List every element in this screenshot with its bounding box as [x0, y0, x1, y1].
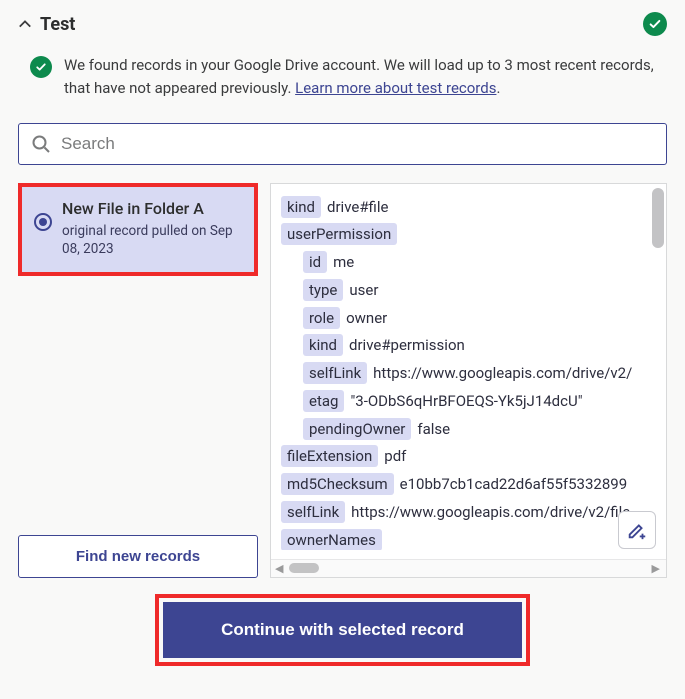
- detail-value: https://www.googleapis.com/drive/v2/file: [345, 503, 630, 521]
- detail-row: userPermission: [281, 221, 656, 249]
- detail-value: false: [411, 420, 450, 438]
- edit-add-button[interactable]: [618, 511, 656, 549]
- detail-key: type: [303, 279, 343, 301]
- vertical-scrollbar[interactable]: [652, 188, 664, 555]
- info-text-suffix: .: [496, 79, 500, 97]
- detail-key: role: [303, 307, 340, 329]
- record-title: New File in Folder A: [62, 199, 242, 218]
- continue-button[interactable]: Continue with selected record: [163, 602, 522, 658]
- detail-row: kinddrive#file: [281, 194, 656, 222]
- record-item-selected[interactable]: New File in Folder A original record pul…: [18, 183, 258, 276]
- detail-row: roleowner: [281, 305, 656, 333]
- detail-value: drive#file: [321, 198, 388, 216]
- detail-key: userPermission: [281, 223, 397, 245]
- detail-row: ownerNames: [281, 527, 656, 550]
- test-section: Test We found records in your Google Dri…: [0, 0, 685, 678]
- detail-key: selfLink: [303, 362, 367, 384]
- detail-row: typeuser: [281, 277, 656, 305]
- detail-value: pdf: [378, 447, 406, 465]
- section-title: Test: [40, 14, 75, 35]
- radio-selected-icon[interactable]: [34, 213, 52, 231]
- success-check-icon: [643, 12, 667, 36]
- info-banner: We found records in your Google Drive ac…: [30, 54, 667, 101]
- detail-key: etag: [303, 390, 344, 412]
- detail-row: etag"3-ODbS6qHrBFOEQS-Yk5jJ14dcU": [281, 388, 656, 416]
- detail-key: fileExtension: [281, 445, 378, 467]
- search-input-wrap[interactable]: [18, 123, 667, 165]
- info-check-icon: [30, 56, 52, 78]
- detail-row: fileExtensionpdf: [281, 443, 656, 471]
- detail-row: idme: [281, 249, 656, 277]
- detail-value: user: [343, 281, 378, 299]
- horizontal-scrollbar[interactable]: ◀ ▶: [271, 559, 666, 577]
- detail-key: kind: [281, 196, 321, 218]
- detail-row: selfLinkhttps://www.googleapis.com/drive…: [281, 360, 656, 388]
- detail-key: id: [303, 251, 327, 273]
- detail-key: md5Checksum: [281, 473, 394, 495]
- detail-row: pendingOwnerfalse: [281, 416, 656, 444]
- record-subtitle: original record pulled on Sep 08, 2023: [62, 222, 242, 258]
- detail-value: "3-ODbS6qHrBFOEQS-Yk5jJ14dcU": [344, 392, 582, 410]
- records-list: New File in Folder A original record pul…: [18, 183, 258, 578]
- detail-row: md5Checksume10bb7cb1cad22d6af55f5332899: [281, 471, 656, 499]
- detail-value: e10bb7cb1cad22d6af55f5332899: [394, 475, 627, 493]
- detail-key: selfLink: [281, 501, 345, 523]
- detail-row: kinddrive#permission: [281, 332, 656, 360]
- record-detail-panel: kinddrive#fileuserPermissionidmetypeuser…: [270, 183, 667, 578]
- record-detail-content[interactable]: kinddrive#fileuserPermissionidmetypeuser…: [271, 184, 666, 550]
- detail-value: owner: [340, 309, 387, 327]
- search-input[interactable]: [61, 134, 654, 154]
- continue-highlight: Continue with selected record: [155, 594, 530, 666]
- section-header: Test: [18, 12, 667, 36]
- search-icon: [31, 134, 51, 154]
- learn-more-link[interactable]: Learn more about test records: [295, 79, 496, 97]
- info-text: We found records in your Google Drive ac…: [64, 54, 667, 101]
- detail-value: me: [327, 253, 354, 271]
- chevron-up-icon[interactable]: [18, 17, 32, 31]
- detail-key: pendingOwner: [303, 418, 411, 440]
- detail-key: kind: [303, 334, 343, 356]
- detail-value: https://www.googleapis.com/drive/v2/: [367, 364, 632, 382]
- detail-key: ownerNames: [281, 529, 382, 550]
- find-new-records-button[interactable]: Find new records: [18, 535, 258, 578]
- detail-row: selfLinkhttps://www.googleapis.com/drive…: [281, 499, 656, 527]
- detail-value: drive#permission: [343, 336, 465, 354]
